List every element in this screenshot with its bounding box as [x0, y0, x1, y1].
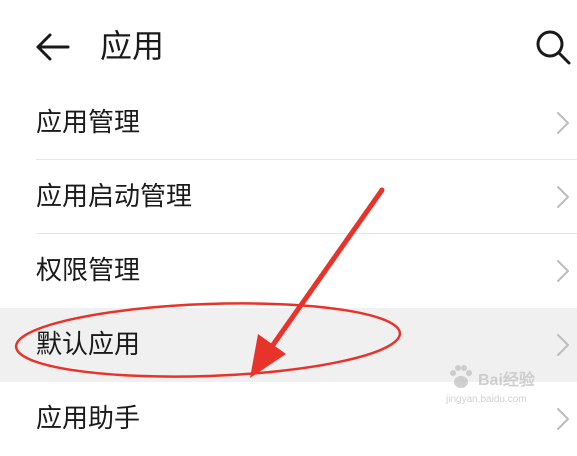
list-item-permission-management[interactable]: 权限管理	[0, 234, 577, 308]
chevron-right-icon	[557, 112, 569, 134]
search-icon	[536, 30, 571, 65]
app-header: 应用	[0, 0, 577, 92]
paw-icon	[450, 365, 472, 388]
list-item-app-launch-management[interactable]: 应用启动管理	[0, 160, 577, 234]
watermark-subtext: jingyan.baidu.com	[446, 394, 527, 405]
arrow-left-icon	[36, 33, 70, 61]
list-item-label: 应用助手	[36, 404, 141, 434]
chevron-right-icon	[557, 260, 569, 282]
search-button[interactable]	[532, 26, 574, 68]
list-item-label: 权限管理	[36, 256, 141, 286]
page-title: 应用	[100, 27, 165, 65]
watermark: Bai经验 jingyan.baidu.com	[446, 362, 558, 412]
list-item-app-management[interactable]: 应用管理	[0, 86, 577, 160]
list-item-label: 默认应用	[36, 330, 141, 360]
chevron-right-icon	[557, 408, 569, 430]
watermark-text: Bai经验	[478, 372, 535, 389]
chevron-right-icon	[557, 186, 569, 208]
back-button[interactable]	[30, 26, 72, 68]
chevron-right-icon	[557, 334, 569, 356]
list-item-label: 应用启动管理	[36, 182, 193, 212]
list-item-label: 应用管理	[36, 108, 141, 138]
